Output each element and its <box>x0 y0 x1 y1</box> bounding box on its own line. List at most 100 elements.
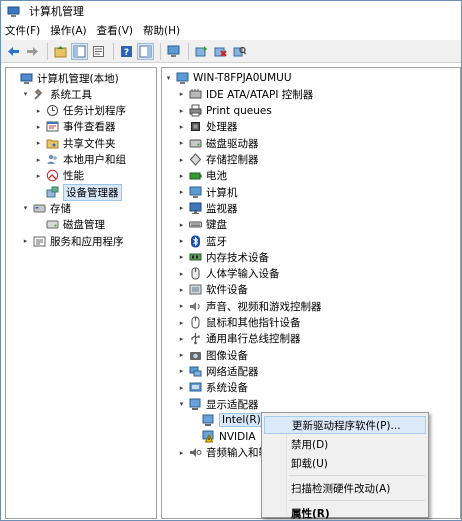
collapse-arrow-icon[interactable]: ▸ <box>21 233 30 249</box>
collapse-arrow-icon[interactable]: ▸ <box>177 152 186 168</box>
collapse-arrow-icon[interactable]: ▸ <box>34 152 43 168</box>
collapse-arrow-icon[interactable]: ▸ <box>177 315 186 331</box>
tree-node-label: 服务和应用程序 <box>50 235 124 248</box>
collapse-arrow-icon[interactable]: ▸ <box>177 168 186 184</box>
device-node[interactable]: ▸ 电池 <box>177 168 227 184</box>
toolbar-separator <box>47 42 48 60</box>
device-node-label: 蓝牙 <box>206 235 227 248</box>
context-menu-item[interactable]: 更新驱动程序软件(P)... <box>264 416 426 434</box>
menu-file[interactable]: 文件(F) <box>5 23 40 38</box>
tree-node[interactable]: ▸ 事件查看器 <box>34 119 116 135</box>
device-node[interactable]: ▸ IDE ATA/ATAPI 控制器 <box>177 86 313 102</box>
tree-node-label: 磁盘管理 <box>63 219 105 232</box>
collapse-arrow-icon[interactable]: ▸ <box>177 184 186 200</box>
collapse-arrow-icon[interactable]: ▸ <box>34 119 43 135</box>
device-node[interactable]: ▸ 软件设备 <box>177 282 248 298</box>
warning-display-icon <box>202 430 214 443</box>
menu-help[interactable]: 帮助(H) <box>143 23 180 38</box>
device-node[interactable]: ▸ 存储控制器 <box>177 152 259 168</box>
device-node[interactable]: ▸ 系统设备 <box>177 380 248 396</box>
tree-node[interactable]: ▸ 性能 <box>34 168 84 184</box>
collapse-arrow-icon[interactable]: ▸ <box>177 266 186 282</box>
device-node[interactable]: ▸ Print queues <box>177 103 272 119</box>
tree-node[interactable]: ▸ 服务和应用程序 <box>21 233 124 249</box>
device-node-label: 显示适配器 <box>206 398 259 411</box>
collapse-arrow-icon[interactable]: ▸ <box>34 168 43 184</box>
tree-node-label: 存储 <box>50 202 71 215</box>
up-icon[interactable] <box>52 43 69 60</box>
device-node[interactable]: ▸ 鼠标和其他指针设备 <box>177 315 301 331</box>
tree-node[interactable]: 设备管理器 <box>34 183 122 201</box>
device-node[interactable]: ▾ 显示适配器 <box>177 396 259 412</box>
collapse-arrow-icon[interactable]: ▸ <box>177 249 186 265</box>
collapse-arrow-icon[interactable]: ▸ <box>177 331 186 347</box>
expand-arrow-icon[interactable]: ▾ <box>21 200 30 216</box>
audio-io-icon <box>190 448 202 458</box>
device-node[interactable]: ▾ WIN-T8FPJA0UMUU <box>164 70 292 86</box>
expand-arrow-icon[interactable]: ▾ <box>21 86 30 102</box>
action-pane-icon[interactable] <box>137 42 154 60</box>
tree-node[interactable]: ▾ 系统工具 <box>21 86 92 102</box>
collapse-arrow-icon[interactable]: ▸ <box>177 445 186 461</box>
device-node-label: 监视器 <box>206 202 238 215</box>
collapse-arrow-icon[interactable]: ▸ <box>177 282 186 298</box>
device-node[interactable]: ▸ 网络适配器 <box>177 363 259 379</box>
context-menu-item[interactable]: 扫描检测硬件改动(A) <box>264 479 426 497</box>
collapse-arrow-icon[interactable]: ▸ <box>177 298 186 314</box>
uninstall-icon[interactable] <box>212 43 229 60</box>
device-node[interactable]: ▸ 键盘 <box>177 217 227 233</box>
device-node[interactable]: ▸ 监视器 <box>177 200 238 216</box>
device-node[interactable]: ▸ 人体学输入设备 <box>177 266 280 282</box>
context-menu-item[interactable]: 卸载(U) <box>264 454 426 472</box>
tree-node[interactable]: 计算机管理(本地) <box>8 70 119 86</box>
collapse-arrow-icon[interactable]: ▸ <box>177 103 186 119</box>
help-icon[interactable]: ? <box>118 43 135 60</box>
collapse-arrow-icon[interactable]: ▸ <box>177 380 186 396</box>
computer-icon[interactable] <box>165 43 182 60</box>
collapse-arrow-icon[interactable]: ▸ <box>177 363 186 379</box>
collapse-arrow-icon[interactable]: ▸ <box>34 135 43 151</box>
computer-icon <box>176 72 189 84</box>
scan-hardware-icon[interactable] <box>231 43 248 60</box>
event-viewer-icon <box>46 121 59 132</box>
tree-node-label: 任务计划程序 <box>63 105 126 118</box>
tree-node[interactable]: 磁盘管理 <box>34 217 105 233</box>
collapse-arrow-icon[interactable]: ▸ <box>177 119 186 135</box>
back-icon[interactable] <box>5 43 22 60</box>
menu-action[interactable]: 操作(A) <box>50 23 86 38</box>
collapse-arrow-icon[interactable]: ▸ <box>177 217 186 233</box>
software-device-icon <box>189 284 202 295</box>
collapse-arrow-icon[interactable]: ▸ <box>177 200 186 216</box>
tree-node[interactable]: ▾ 存储 <box>21 200 71 216</box>
forward-icon[interactable] <box>24 43 41 60</box>
context-menu-item[interactable]: 属性(R) <box>264 504 426 520</box>
update-driver-icon[interactable] <box>193 43 210 60</box>
expand-arrow-icon[interactable]: ▾ <box>164 70 173 86</box>
tree-node[interactable]: ▸ 共享文件夹 <box>34 135 116 151</box>
collapse-arrow-icon[interactable]: ▸ <box>177 347 186 363</box>
device-node[interactable]: ▸ 磁盘驱动器 <box>177 135 259 151</box>
device-node[interactable]: ▸ 内存技术设备 <box>177 249 269 265</box>
device-node[interactable]: ▸ 处理器 <box>177 119 238 135</box>
collapse-arrow-icon[interactable]: ▸ <box>177 86 186 102</box>
processor-icon <box>191 122 200 132</box>
device-node[interactable]: ▸ 图像设备 <box>177 347 248 363</box>
device-node[interactable]: ▸ 计算机 <box>177 184 238 200</box>
properties-icon[interactable] <box>90 43 107 60</box>
battery-icon <box>189 172 202 180</box>
menu-view[interactable]: 查看(V) <box>97 23 133 38</box>
device-node[interactable]: ▸ 声音、视频和游戏控制器 <box>177 298 322 314</box>
collapse-arrow-icon[interactable]: ▸ <box>34 103 43 119</box>
device-node[interactable]: ▸ 蓝牙 <box>177 233 227 249</box>
tree-node[interactable]: ▸ 本地用户和组 <box>34 152 126 168</box>
collapse-arrow-icon[interactable]: ▸ <box>177 233 186 249</box>
device-node[interactable]: NVIDIA <box>190 429 256 445</box>
tree-node[interactable]: ▸ 任务计划程序 <box>34 103 126 119</box>
show-tree-icon[interactable] <box>71 42 88 60</box>
expand-arrow-icon[interactable]: ▾ <box>177 396 186 412</box>
toolbar: ? <box>1 40 461 63</box>
device-node[interactable]: ▸ 通用串行总线控制器 <box>177 331 301 347</box>
collapse-arrow-icon[interactable]: ▸ <box>177 135 186 151</box>
context-menu-item[interactable]: 禁用(D) <box>264 435 426 453</box>
